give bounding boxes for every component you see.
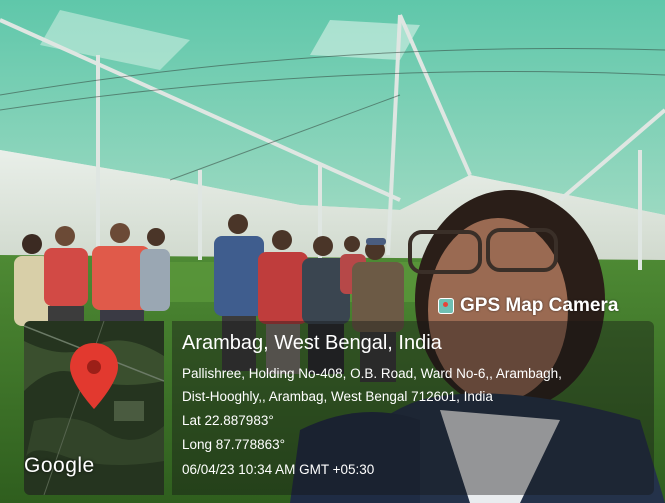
address-line-1: Pallishree, Holding No-408, O.B. Road, W… [182,366,562,381]
latitude-text: Lat 22.887983° [182,413,274,428]
gps-location-card: Google Arambag, West Bengal, India Palli… [24,321,654,495]
location-title: Arambag, West Bengal, India [182,332,442,354]
timestamp-text: 06/04/23 10:34 AM GMT +05:30 [182,462,375,477]
gps-app-name: GPS Map Camera [460,295,619,316]
google-map-brand: Google [24,454,95,477]
gps-map-camera-tag: GPS Map Camera [438,292,654,320]
address-line-2: Dist-Hooghly,, Arambag, West Bengal 7126… [182,389,493,404]
location-info-panel: Arambag, West Bengal, India Pallishree, … [172,321,654,495]
longitude-text: Long 87.778863° [182,437,285,452]
camera-app-icon [438,298,454,314]
